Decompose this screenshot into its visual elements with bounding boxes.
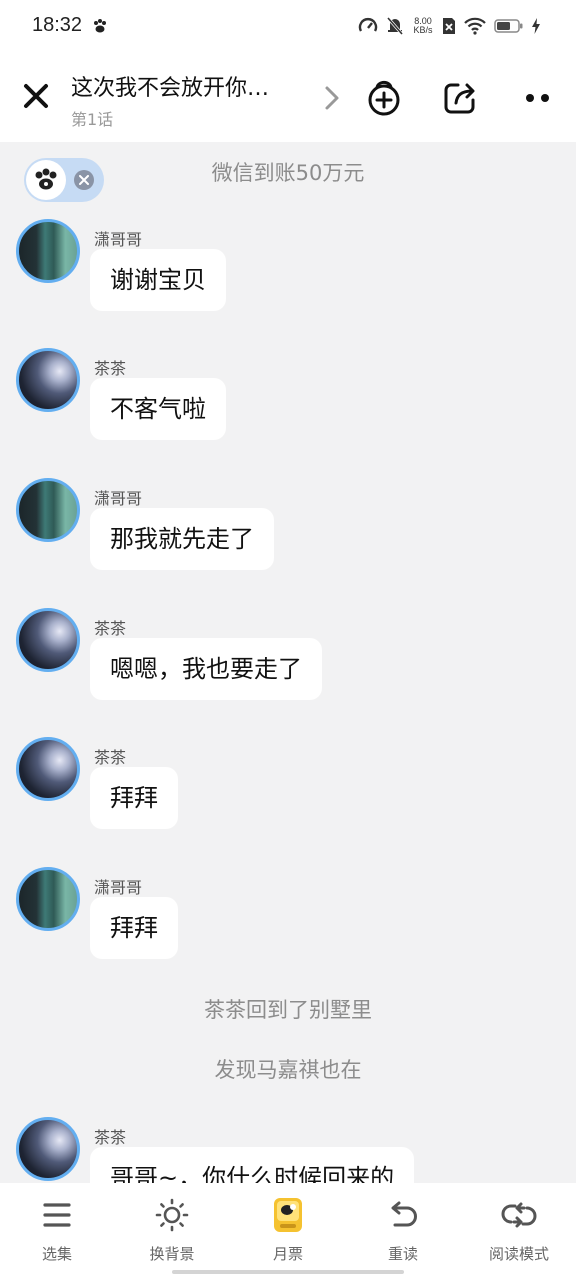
sender-name: 茶茶	[94, 1128, 127, 1147]
system-message: 发现马嘉祺也在	[214, 1058, 362, 1082]
loop-icon	[501, 1202, 537, 1228]
bottom-toolbar: 选集 换背景 月票 重读 阅读模式	[0, 1183, 576, 1280]
avatar[interactable]	[16, 478, 80, 542]
sun-icon	[155, 1198, 189, 1232]
sender-name: 茶茶	[94, 748, 127, 767]
close-icon	[24, 84, 48, 108]
avatar[interactable]	[16, 219, 80, 283]
tab-label: 换背景	[149, 1245, 195, 1263]
menu-icon	[43, 1203, 71, 1227]
tab-label: 阅读模式	[488, 1245, 549, 1263]
mute-bell-icon	[386, 17, 404, 35]
wifi-icon	[464, 17, 486, 35]
chevron-right-icon[interactable]	[320, 84, 344, 112]
network-speed: 8.00 KB/s	[412, 17, 434, 35]
share-icon	[444, 83, 475, 114]
status-time: 18:32	[32, 14, 83, 36]
home-indicator[interactable]	[172, 1270, 404, 1274]
message-bubble[interactable]: 拜拜	[90, 897, 178, 959]
charging-icon	[532, 18, 540, 34]
sender-name: 茶茶	[94, 619, 127, 638]
avatar[interactable]	[16, 867, 80, 931]
net-speed-unit: KB/s	[413, 25, 433, 35]
close-button[interactable]	[20, 80, 52, 112]
system-message: 微信到账50万元	[211, 161, 365, 185]
tab-reread[interactable]: 重读	[358, 1197, 448, 1264]
avatar[interactable]	[16, 737, 80, 801]
paw-icon	[94, 19, 106, 33]
episode-label: 第1话	[71, 110, 114, 129]
message-bubble[interactable]: 那我就先走了	[90, 508, 274, 570]
tab-label: 重读	[387, 1245, 418, 1263]
undo-icon	[391, 1201, 417, 1227]
tab-monthly-ticket[interactable]: 月票	[243, 1197, 333, 1264]
tab-background[interactable]: 换背景	[127, 1197, 217, 1264]
tab-label: 选集	[41, 1245, 72, 1263]
battery-icon	[494, 19, 523, 33]
sender-name: 茶茶	[94, 359, 127, 378]
story-title[interactable]: 这次我不会放开你…	[71, 70, 311, 102]
add-favorite-icon	[368, 80, 400, 116]
tab-reading-mode[interactable]: 阅读模式	[474, 1197, 564, 1264]
status-bar: 18:32 8.00 KB/s	[0, 0, 576, 54]
tab-label: 月票	[272, 1245, 303, 1263]
add-favorite-button[interactable]	[364, 78, 404, 118]
avatar[interactable]	[16, 608, 80, 672]
more-button[interactable]	[518, 78, 558, 118]
reader-header: 这次我不会放开你… 第1话	[0, 54, 576, 142]
more-dots-icon	[526, 94, 549, 102]
ticket-icon	[274, 1198, 302, 1232]
sender-name: 潇哥哥	[94, 878, 143, 897]
message-bubble[interactable]: 嗯嗯，我也要走了	[90, 638, 322, 700]
share-button[interactable]	[440, 78, 480, 118]
message-bubble[interactable]: 不客气啦	[90, 378, 226, 440]
tab-episodes[interactable]: 选集	[12, 1197, 102, 1264]
message-bubble[interactable]: 谢谢宝贝	[90, 249, 226, 311]
speedometer-icon	[358, 18, 378, 32]
message-bubble[interactable]: 拜拜	[90, 767, 178, 829]
system-message: 茶茶回到了别墅里	[204, 998, 372, 1022]
avatar[interactable]	[16, 348, 80, 412]
sim-off-icon	[443, 18, 455, 34]
sender-name: 潇哥哥	[94, 230, 143, 249]
sender-name: 潇哥哥	[94, 489, 143, 508]
avatar[interactable]	[16, 1117, 80, 1181]
